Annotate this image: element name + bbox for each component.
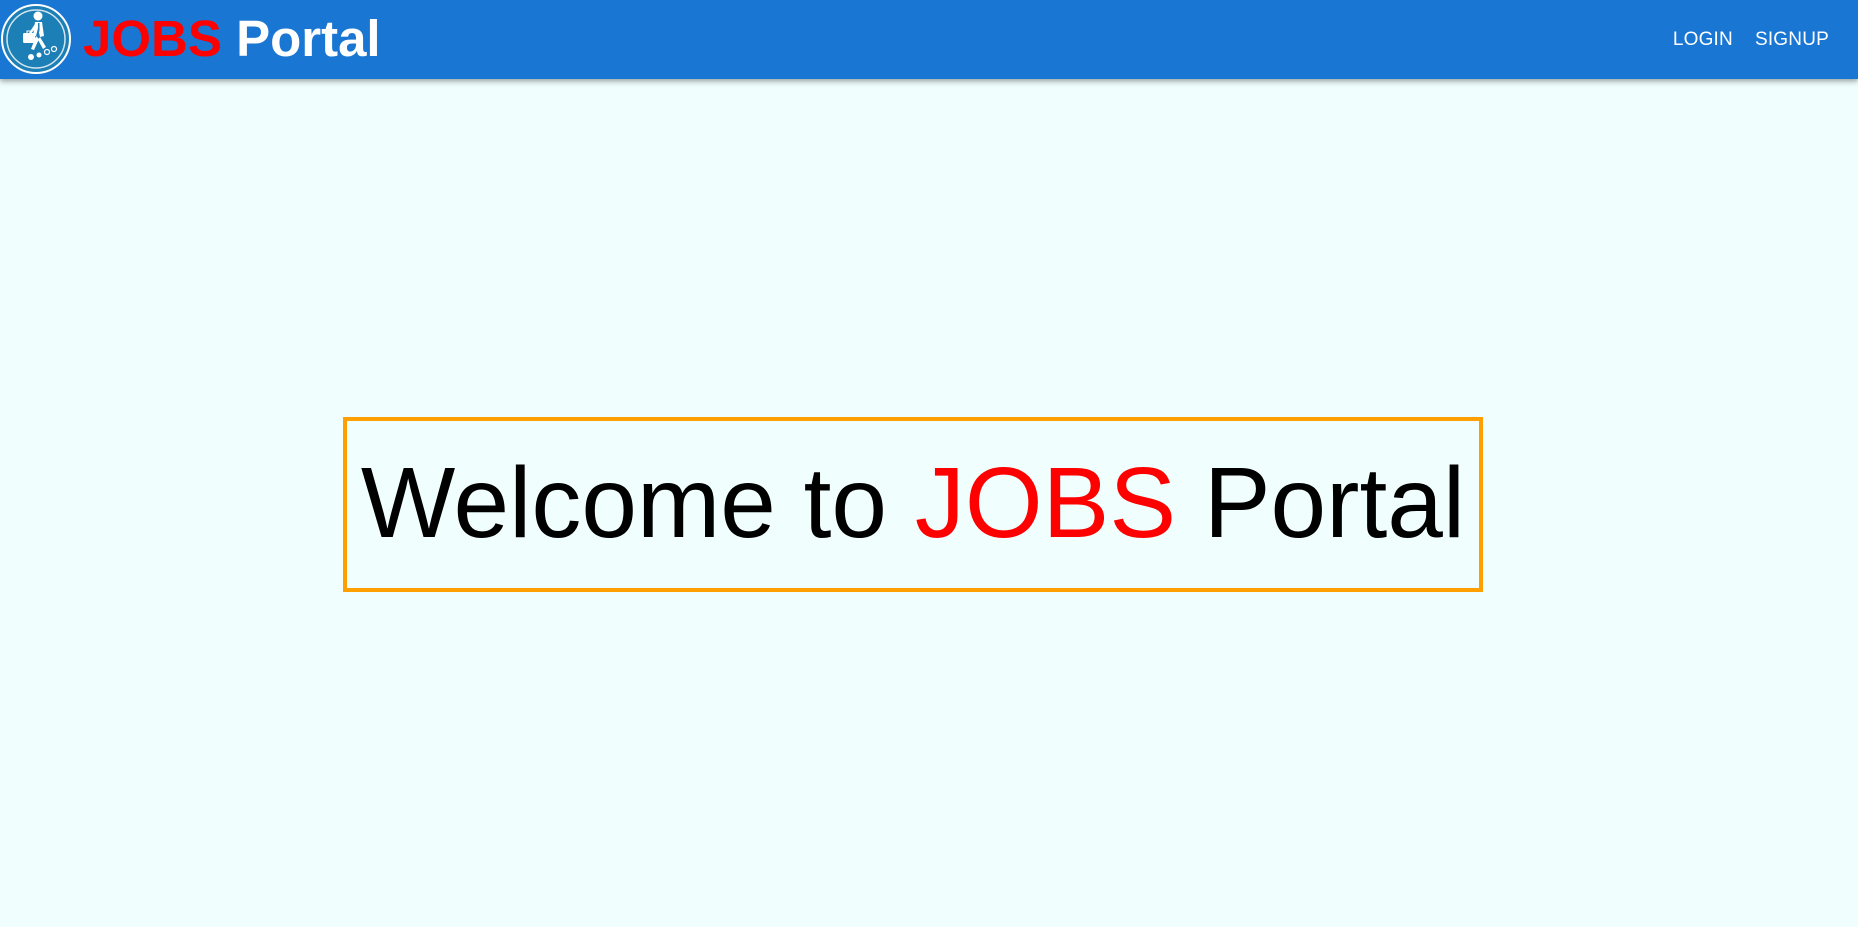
welcome-prefix: Welcome to [360,446,888,559]
welcome-suffix: Portal [1203,446,1466,559]
signup-button[interactable]: SIGNUP [1744,20,1840,60]
header-nav: LOGIN SIGNUP [1662,0,1840,79]
welcome-accent: JOBS [914,446,1177,559]
app-root: JOBS Portal LOGIN SIGNUP Welcome to JOBS… [0,0,1858,927]
app-bar: JOBS Portal LOGIN SIGNUP [0,0,1858,79]
brand-rest: Portal [236,10,381,67]
welcome-box: Welcome to JOBS Portal [343,417,1483,592]
login-button[interactable]: LOGIN [1662,20,1744,60]
brand-title[interactable]: JOBS Portal [83,9,381,69]
welcome-heading: Welcome to JOBS Portal [361,448,1465,558]
brand-accent: JOBS [83,10,222,67]
job-seeker-logo-icon[interactable] [0,3,72,75]
